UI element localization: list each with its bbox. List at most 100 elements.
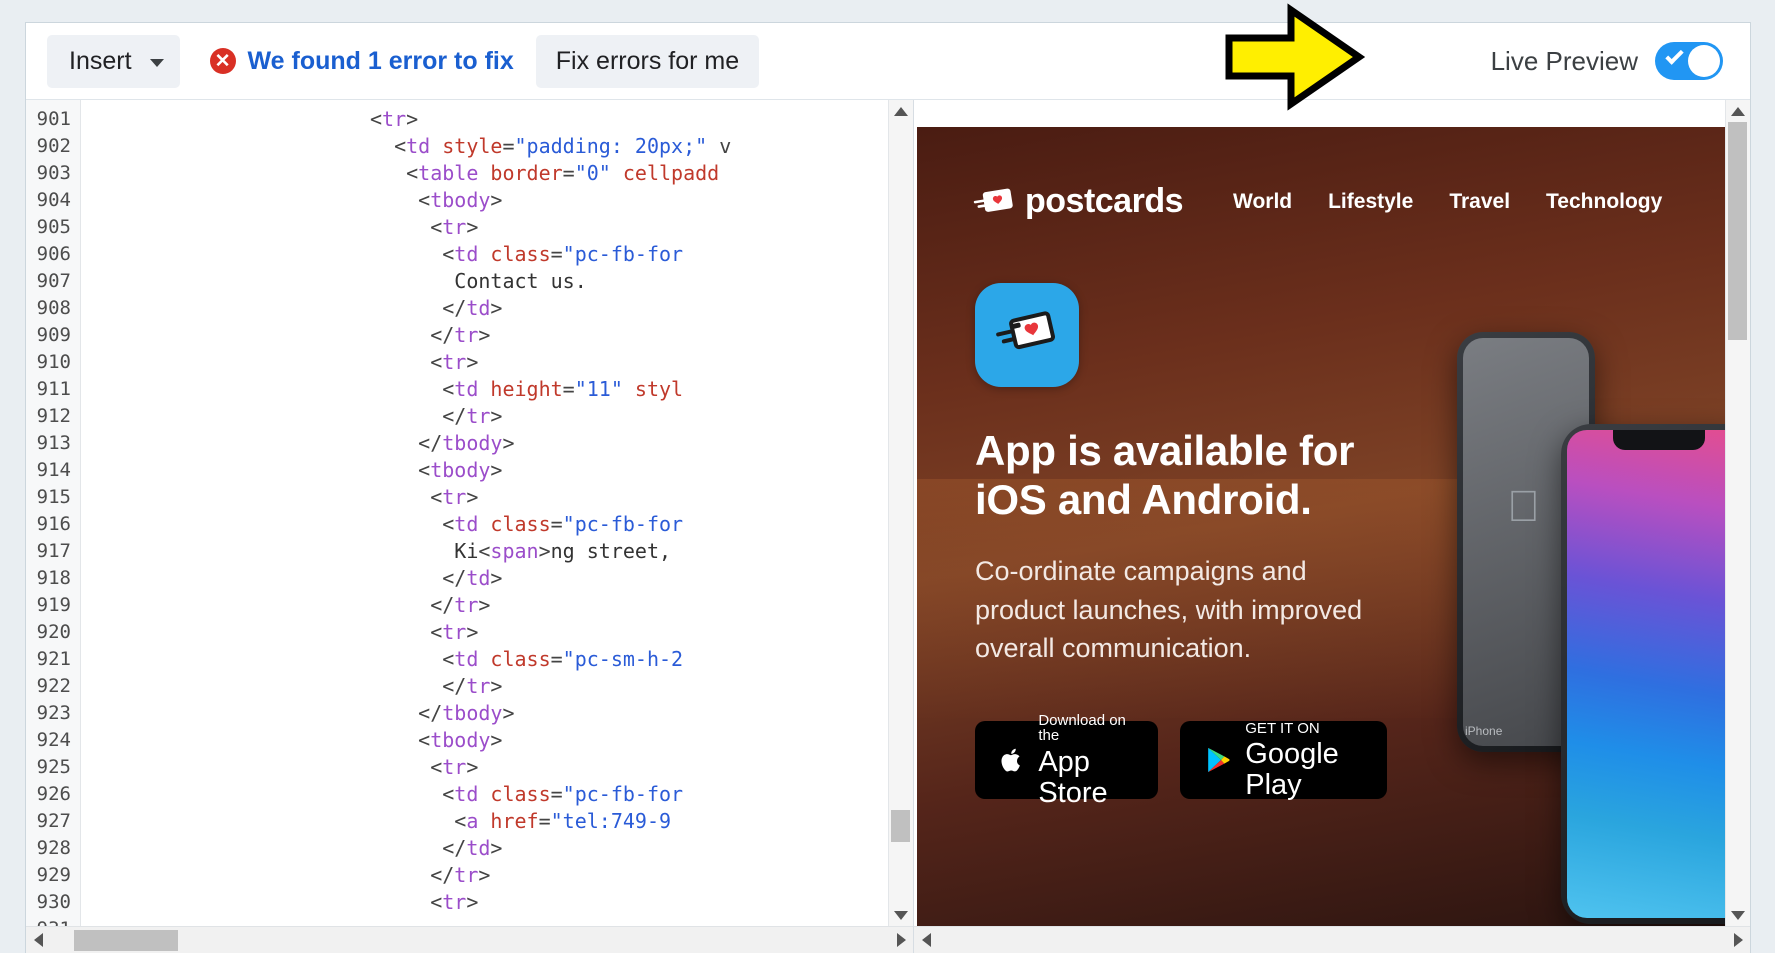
- preview-vertical-scroll-thumb[interactable]: [1728, 122, 1747, 340]
- code-token: </: [442, 674, 467, 698]
- email-preview-canvas: postcards World Lifestyle Travel Technology: [914, 100, 1725, 926]
- google-play-badge[interactable]: GET IT ON Google Play: [1180, 720, 1387, 800]
- code-token: td: [406, 134, 443, 158]
- code-token: "pc-fb-for: [562, 512, 684, 536]
- preview-scroll-right-arrow-icon[interactable]: [1726, 933, 1750, 947]
- code-token: td: [466, 296, 491, 320]
- code-token: tr: [454, 863, 479, 887]
- code-token: >: [538, 539, 551, 563]
- preview-scroll-up-arrow-icon[interactable]: [1726, 100, 1750, 122]
- code-line: <td height="11" styl: [81, 376, 913, 403]
- line-number: 908: [36, 297, 71, 319]
- editor-toolbar: Insert ✕ We found 1 error to fix Fix err…: [26, 23, 1750, 100]
- line-number: 909: [36, 324, 71, 346]
- preview-nav-link-world[interactable]: World: [1233, 190, 1292, 214]
- code-token: Contact us.: [454, 269, 587, 293]
- scroll-up-arrow-icon[interactable]: [889, 100, 913, 122]
- code-token: <: [478, 539, 491, 563]
- code-token: table: [418, 161, 491, 185]
- editor-vertical-scroll-thumb[interactable]: [891, 810, 910, 842]
- code-token: styl: [634, 377, 684, 401]
- code-token: td: [454, 512, 491, 536]
- code-line: </tr>: [81, 592, 913, 619]
- code-token: "0": [574, 161, 611, 185]
- preview-scroll-left-arrow-icon[interactable]: [914, 933, 938, 947]
- code-token: >: [466, 890, 479, 914]
- line-number: 930: [36, 891, 71, 913]
- code-token: <: [430, 350, 443, 374]
- code-line: </tr>: [81, 673, 913, 700]
- code-line: <tr>: [81, 754, 913, 781]
- app-store-badge-big: App Store: [1038, 746, 1108, 809]
- preview-hscroll-track[interactable]: [938, 927, 1726, 953]
- line-number: 917: [36, 540, 71, 562]
- code-token: <: [442, 782, 455, 806]
- line-number: 904: [36, 189, 71, 211]
- preview-nav-link-technology[interactable]: Technology: [1546, 190, 1662, 214]
- editor-vertical-scrollbar[interactable]: [888, 100, 913, 926]
- email-editor-window: Insert ✕ We found 1 error to fix Fix err…: [25, 22, 1751, 953]
- fix-errors-label: Fix errors for me: [555, 46, 740, 75]
- line-number: 926: [36, 783, 71, 805]
- code-token: td: [466, 836, 491, 860]
- brand-logo[interactable]: postcards: [972, 182, 1184, 221]
- code-token: </: [430, 323, 455, 347]
- code-token: >: [490, 296, 503, 320]
- code-line: </tbody>: [81, 430, 913, 457]
- app-store-badge[interactable]: Download on the App Store: [975, 712, 1159, 808]
- code-token: =: [538, 809, 551, 833]
- fix-errors-button[interactable]: Fix errors for me: [535, 34, 760, 88]
- preview-nav-link-lifestyle[interactable]: Lifestyle: [1328, 190, 1413, 214]
- code-token: tr: [454, 593, 479, 617]
- code-token: tbody: [442, 701, 503, 725]
- live-preview-toggle[interactable]: [1655, 42, 1723, 80]
- error-notice[interactable]: ✕ We found 1 error to fix: [209, 47, 514, 76]
- code-token: td: [454, 782, 491, 806]
- code-token: </: [430, 863, 455, 887]
- scroll-right-arrow-icon[interactable]: [889, 933, 913, 947]
- live-preview-pane: postcards World Lifestyle Travel Technology: [914, 100, 1750, 953]
- code-token: >: [466, 485, 479, 509]
- postcard-heart-icon: [973, 188, 1013, 212]
- code-token: <: [394, 134, 407, 158]
- preview-vertical-scrollbar[interactable]: [1725, 100, 1750, 926]
- code-line: <tr>: [81, 106, 913, 133]
- code-token: border: [490, 161, 563, 185]
- code-line: <table border="0" cellpadd: [81, 160, 913, 187]
- code-token: tr: [442, 350, 467, 374]
- code-line: </td>: [81, 835, 913, 862]
- code-token: <: [442, 242, 455, 266]
- code-line: Ki<span>ng street,: [81, 538, 913, 565]
- editor-hscroll-track[interactable]: [50, 927, 889, 953]
- editor-horizontal-scroll-thumb[interactable]: [74, 930, 178, 951]
- code-token: >: [466, 755, 479, 779]
- code-token: tr: [466, 674, 491, 698]
- preview-nav-link-travel[interactable]: Travel: [1449, 190, 1510, 214]
- line-number: 931: [26, 916, 80, 926]
- phones-image:  iPhone: [1449, 332, 1725, 924]
- code-line: <td class="pc-fb-for: [81, 781, 913, 808]
- preview-horizontal-scrollbar[interactable]: [914, 926, 1750, 953]
- code-token: tbody: [442, 431, 503, 455]
- code-token: tr: [454, 323, 479, 347]
- line-number-gutter: 901 902 903 904 905 906 907 908 909 910 911 912 913 9…: [26, 100, 81, 926]
- code-token: td: [454, 242, 491, 266]
- code-token: >: [478, 593, 491, 617]
- code-editor-pane: 901 902 903 904 905 906 907 908 909 910 911 912 913 9…: [26, 100, 914, 953]
- preview-scroll-down-arrow-icon[interactable]: [1726, 904, 1750, 926]
- line-number: 929: [36, 864, 71, 886]
- code-token: tr: [442, 215, 467, 239]
- code-token: <: [430, 890, 443, 914]
- editor-horizontal-scrollbar[interactable]: [26, 926, 913, 953]
- code-editor-body[interactable]: 901 902 903 904 905 906 907 908 909 910 911 912 913 9…: [26, 100, 913, 926]
- scroll-left-arrow-icon[interactable]: [26, 933, 50, 947]
- insert-button[interactable]: Insert: [47, 34, 180, 88]
- code-token: height: [490, 377, 563, 401]
- code-line: <tr>: [81, 619, 913, 646]
- code-token: tr: [466, 404, 491, 428]
- live-preview-control[interactable]: Live Preview: [1491, 42, 1723, 80]
- code-text-area[interactable]: <tr> <td style="padding: 20px;" v <table…: [81, 100, 913, 926]
- code-token: "pc-fb-for: [562, 782, 684, 806]
- email-template: postcards World Lifestyle Travel Technology: [917, 127, 1725, 926]
- scroll-down-arrow-icon[interactable]: [889, 904, 913, 926]
